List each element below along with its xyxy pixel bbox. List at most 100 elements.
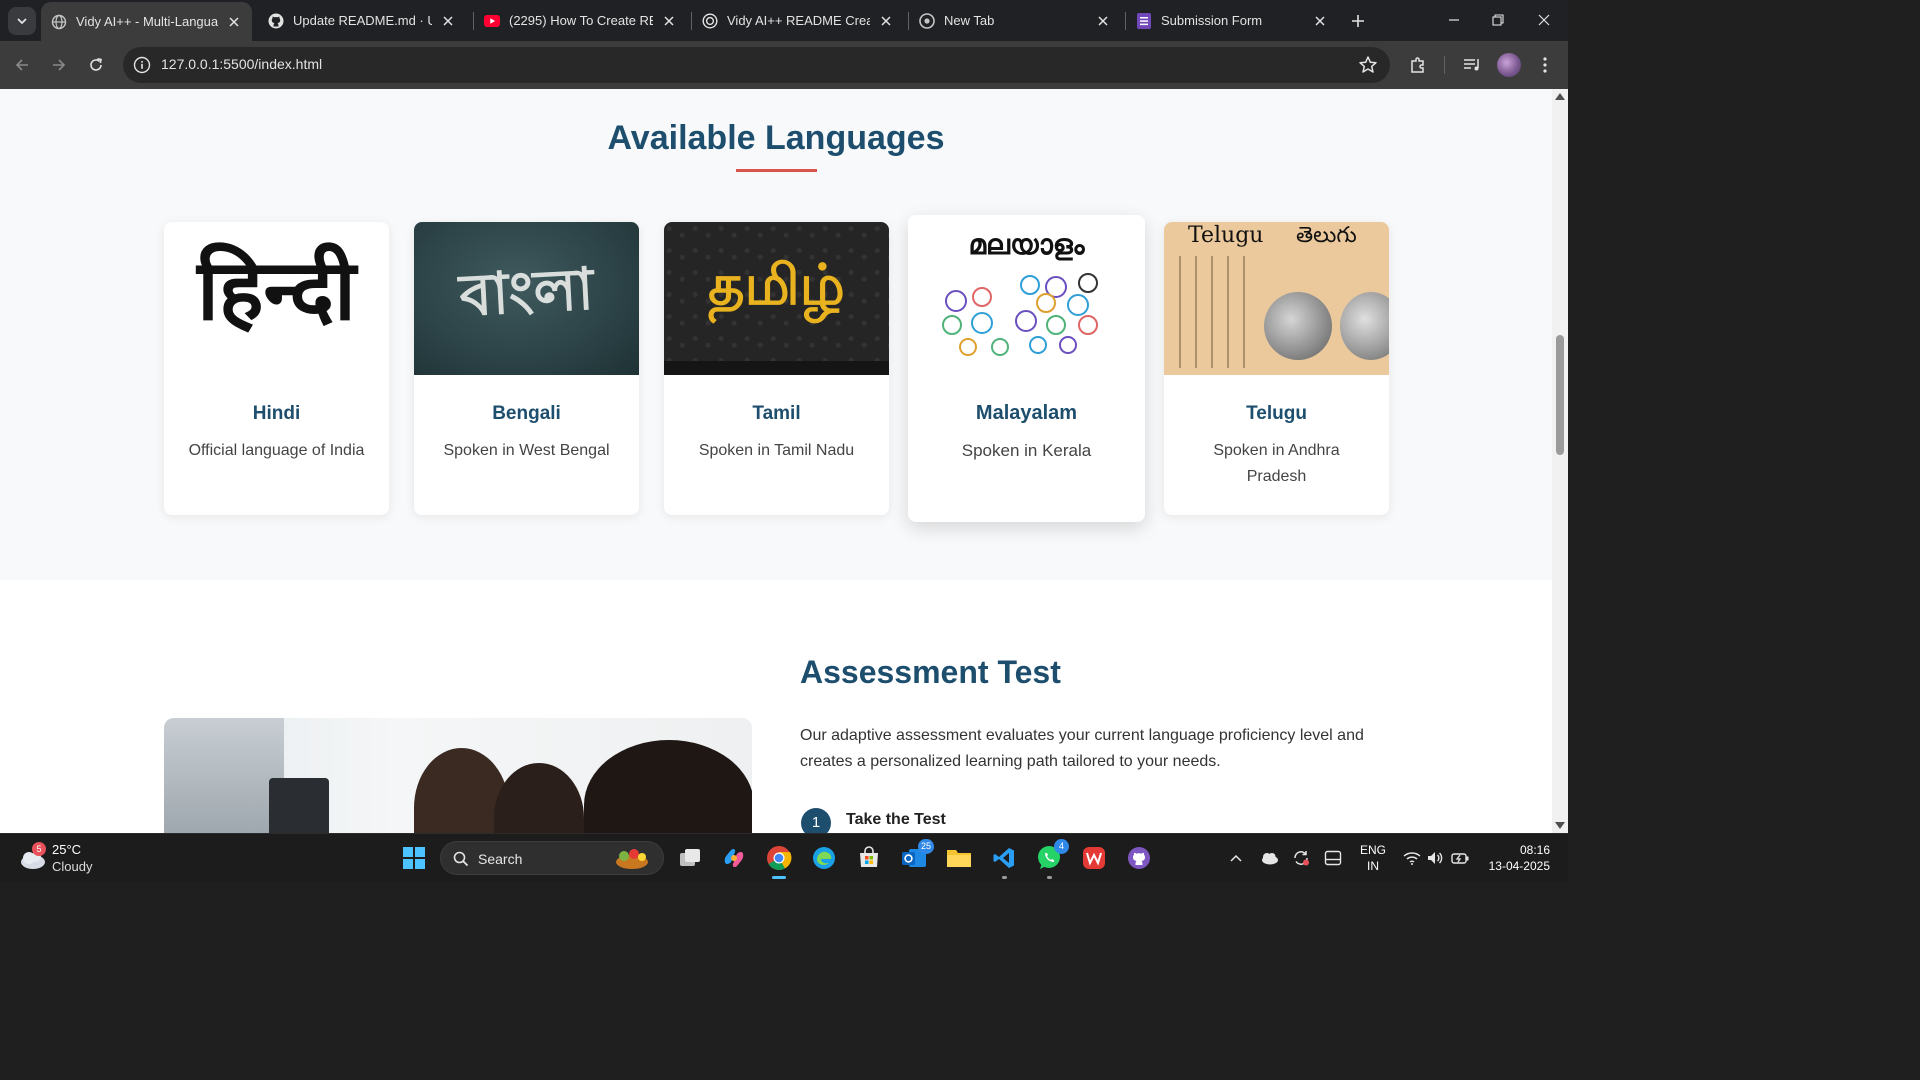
tab-new-tab[interactable]: New Tab (909, 4, 1121, 37)
whatsapp-button[interactable]: 4 (1035, 839, 1069, 879)
tab-vidy-ai[interactable]: Vidy AI++ - Multi-Languag (41, 2, 252, 41)
coin-graphic (1340, 292, 1389, 360)
photo-monitor-shape (269, 778, 329, 833)
new-tab-button[interactable] (1346, 9, 1370, 33)
wps-office-button[interactable] (1080, 844, 1108, 872)
outlook-button[interactable]: 25 (900, 839, 934, 872)
tab-submission-form[interactable]: Submission Form (1126, 4, 1338, 37)
language-card-malayalam[interactable]: മലയാളം Malayalam Spoken in Kerala (908, 215, 1145, 522)
malayalam-image: മലയാളം (908, 215, 1145, 374)
show-hidden-icons-button[interactable] (1222, 844, 1250, 872)
assessment-photo (164, 718, 752, 833)
vscode-button[interactable] (990, 844, 1018, 879)
language-card-bengali[interactable]: বাংলা Bengali Spoken in West Bengal (414, 222, 639, 515)
search-highlight-icon (616, 849, 648, 869)
tab-strip: Vidy AI++ - Multi-Languag Update README.… (0, 0, 1568, 41)
reload-icon (90, 58, 102, 71)
close-icon[interactable] (226, 14, 242, 30)
media-controls-button[interactable] (1460, 53, 1484, 77)
bookmark-star-icon[interactable] (1358, 55, 1378, 75)
github-desktop-button[interactable] (1125, 844, 1153, 872)
vscode-icon (993, 848, 1014, 868)
sync-icon (1294, 851, 1309, 866)
weather-temp: 25°C (52, 842, 82, 857)
wifi-icon (1403, 852, 1421, 865)
taskbar-search[interactable]: Search (440, 841, 664, 875)
close-icon[interactable] (1095, 13, 1111, 29)
close-icon[interactable] (440, 13, 456, 29)
sync-button[interactable] (1287, 844, 1315, 872)
close-window-button[interactable] (1532, 8, 1556, 32)
search-icon (453, 851, 469, 867)
step-number: 1 (801, 808, 831, 833)
tab-search-button[interactable] (8, 7, 36, 35)
battery-button[interactable] (1446, 844, 1474, 872)
tab-title: (2295) How To Create REA (509, 13, 653, 28)
minimize-icon (1449, 19, 1459, 21)
outlook-badge: 25 (917, 839, 934, 854)
restore-button[interactable] (1486, 8, 1510, 32)
profile-avatar[interactable] (1497, 53, 1521, 77)
card-title: Malayalam (975, 402, 1078, 424)
tab-readme-creation[interactable]: Vidy AI++ README Creatio (692, 4, 904, 37)
card-description: Official language of India (188, 442, 365, 459)
page-scrollbar[interactable] (1552, 89, 1568, 833)
close-icon[interactable] (878, 13, 894, 29)
languages-heading: Available Languages (607, 119, 945, 157)
chrome-icon (767, 846, 792, 871)
bengali-script-text: বাংলা (457, 254, 596, 330)
wps-icon (1083, 847, 1105, 869)
browser-menu-button[interactable] (1533, 53, 1557, 77)
clock[interactable]: 08:16 13-04-2025 (1480, 842, 1550, 874)
scroll-up-arrow[interactable] (1555, 93, 1565, 100)
site-info-icon[interactable] (133, 56, 151, 74)
close-icon (1538, 14, 1550, 26)
forward-button[interactable] (46, 52, 72, 78)
scroll-down-arrow[interactable] (1555, 822, 1565, 829)
scrollbar-thumb[interactable] (1556, 335, 1564, 455)
language-card-hindi[interactable]: हिन्दी Hindi Official language of India (164, 222, 389, 515)
language-card-telugu[interactable]: Telugu తెలుగు Telugu Spoken in Andhra Pr… (1164, 222, 1389, 515)
close-icon[interactable] (1312, 13, 1328, 29)
language-card-tamil[interactable]: தமிழ் Tamil Spoken in Tamil Nadu (664, 222, 889, 515)
tab-youtube[interactable]: (2295) How To Create REA (474, 4, 687, 37)
store-button[interactable] (855, 844, 883, 872)
onedrive-button[interactable] (1255, 844, 1283, 872)
telugu-script-text: తెలుగు (1296, 223, 1357, 248)
back-button[interactable] (9, 52, 35, 78)
tab-title: Vidy AI++ - Multi-Languag (76, 14, 218, 29)
reload-button[interactable] (83, 52, 109, 78)
more-vert-icon (1543, 57, 1547, 73)
running-indicator (1047, 876, 1052, 879)
windows-logo-icon (403, 847, 425, 869)
card-title: Tamil (752, 403, 801, 424)
restore-icon (1492, 14, 1504, 26)
chrome-taskbar-button[interactable] (765, 844, 793, 879)
input-language[interactable]: ENG IN (1355, 842, 1391, 874)
edge-button[interactable] (810, 844, 838, 872)
file-explorer-button[interactable] (945, 844, 973, 872)
volume-button[interactable] (1421, 844, 1449, 872)
telugu-image: Telugu తెలుగు (1164, 222, 1389, 375)
minimize-button[interactable] (1442, 8, 1466, 32)
telugu-latin-text: Telugu (1188, 223, 1264, 248)
region-code: IN (1367, 859, 1379, 873)
extensions-button[interactable] (1406, 53, 1430, 77)
youtube-icon (484, 13, 500, 29)
task-view-button[interactable] (676, 844, 704, 872)
url-text[interactable]: 127.0.0.1:5500/index.html (161, 56, 322, 72)
tab-title: Update README.md · Usm (293, 13, 432, 28)
search-label: Search (478, 851, 523, 867)
forms-icon (1136, 12, 1152, 29)
weather-badge: 5 (32, 842, 46, 856)
github-icon (1128, 847, 1150, 869)
address-bar[interactable]: 127.0.0.1:5500/index.html (123, 47, 1390, 83)
device-button[interactable] (1319, 844, 1347, 872)
tab-github-readme[interactable]: Update README.md · Usm (258, 4, 466, 37)
close-icon[interactable] (661, 13, 677, 29)
malayalam-letters-graphic (942, 273, 1098, 356)
copilot-button[interactable] (720, 844, 748, 872)
copilot-icon (724, 848, 744, 868)
start-button[interactable] (400, 844, 428, 872)
chrome-icon (919, 12, 935, 29)
